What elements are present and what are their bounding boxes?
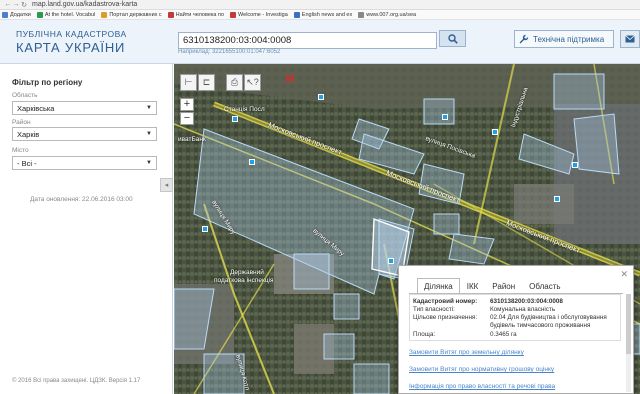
ruler-icon: ⊢ bbox=[184, 77, 193, 87]
site-header: ПУБЛІЧНА КАДАСТРОВА КАРТА УКРАЇНИ Наприк… bbox=[0, 20, 640, 64]
reload-icon[interactable]: ↻ bbox=[20, 1, 28, 9]
filter-title: Фільтр по регіону bbox=[12, 78, 83, 87]
collapse-sidebar-button[interactable]: ◂ bbox=[160, 178, 173, 192]
info-value: Комунальна власність bbox=[490, 306, 556, 313]
poi-icon[interactable] bbox=[388, 258, 394, 264]
copyright: © 2016 Всі права захищені. ЦДЗК. Версія … bbox=[12, 378, 141, 384]
poi-icon[interactable] bbox=[202, 226, 208, 232]
poi-icon[interactable] bbox=[492, 129, 498, 135]
bookmark-3[interactable]: Найти человека по bbox=[167, 11, 224, 18]
print-button[interactable]: ⎙ bbox=[226, 74, 243, 91]
forward-icon[interactable]: → bbox=[12, 1, 20, 8]
address-bar[interactable]: map.land.gov.ua/kadastrova-karta bbox=[32, 1, 137, 8]
bookmark-icon bbox=[36, 11, 43, 18]
search-bar: Наприклад: 3221655100:01:047:6052 bbox=[178, 30, 466, 55]
help-button[interactable]: ↖? bbox=[244, 74, 261, 91]
zoom-in-button[interactable]: + bbox=[180, 98, 194, 111]
info-value: 02.04 Для будівництва і обслуговування б… bbox=[490, 314, 607, 329]
bookmark-6[interactable]: www.007.org.ua/sea bbox=[358, 11, 416, 18]
print-icon: ⎙ bbox=[230, 77, 239, 87]
poi-icon[interactable] bbox=[318, 94, 324, 100]
order-parcel-extract-link[interactable]: Замовити Витяг про земельну ділянку bbox=[409, 349, 524, 356]
caret-down-icon: ▼ bbox=[146, 131, 152, 137]
tax-office-label-2: податкова інспекція bbox=[214, 277, 274, 284]
district-value: Харків bbox=[17, 130, 40, 139]
info-value: 0.3465 га bbox=[490, 331, 517, 338]
scrollbar-thumb[interactable] bbox=[626, 294, 631, 354]
mail-button[interactable] bbox=[620, 30, 640, 48]
chevron-left-icon: ◂ bbox=[164, 182, 169, 189]
search-hint: Наприклад: 3221655100:01:047:6052 bbox=[178, 49, 281, 55]
region-label: Область bbox=[12, 92, 38, 99]
wrench-icon bbox=[519, 34, 529, 44]
cursor-help-icon: ↖? bbox=[246, 77, 259, 87]
region-value: Харківська bbox=[17, 104, 55, 113]
bookmarks-bar: Додатки At the hotel. Vocabul Портал дер… bbox=[0, 10, 640, 20]
region-select[interactable]: Харківська ▼ bbox=[12, 101, 157, 115]
region-filter-sidebar: Фільтр по регіону Область Харківська ▼ Р… bbox=[0, 64, 173, 394]
zoom-out-button[interactable]: − bbox=[180, 112, 194, 125]
bookmark-1[interactable]: At the hotel. Vocabul bbox=[36, 11, 95, 18]
poi-icon[interactable] bbox=[232, 116, 238, 122]
ownership-info-link[interactable]: Інформація про право власності та речові… bbox=[409, 383, 555, 390]
logo-line-2: КАРТА УКРАЇНИ bbox=[16, 39, 126, 55]
cadastral-search-input[interactable] bbox=[178, 32, 437, 49]
station-label: Станція Посл bbox=[224, 106, 265, 113]
site-logo[interactable]: ПУБЛІЧНА КАДАСТРОВА КАРТА УКРАЇНИ bbox=[16, 30, 127, 54]
tech-support-button[interactable]: Технічна підтримка bbox=[514, 30, 614, 48]
tech-support-label: Технічна підтримка bbox=[533, 34, 605, 44]
info-key: Тип власності: bbox=[413, 306, 455, 313]
city-value: - Всі - bbox=[17, 159, 37, 168]
poi-icon[interactable] bbox=[572, 162, 578, 168]
info-key: Кадастровий номер: bbox=[413, 298, 478, 305]
metro-icon[interactable]: M bbox=[286, 74, 294, 85]
poi-icon[interactable] bbox=[249, 159, 255, 165]
back-icon[interactable]: ← bbox=[4, 1, 12, 8]
district-select[interactable]: Харків ▼ bbox=[12, 127, 157, 141]
city-select[interactable]: - Всі - ▼ bbox=[12, 156, 157, 170]
bookmark-icon bbox=[101, 11, 108, 18]
bookmark-icon bbox=[230, 11, 237, 18]
poi-icon[interactable] bbox=[442, 114, 448, 120]
search-button[interactable] bbox=[439, 30, 466, 47]
browser-toolbar: ← → ↻ map.land.gov.ua/kadastrova-karta bbox=[0, 0, 640, 10]
envelope-icon bbox=[625, 35, 635, 43]
city-label: Місто bbox=[12, 147, 29, 154]
caret-down-icon: ▼ bbox=[146, 160, 152, 166]
info-key: Площа: bbox=[413, 331, 436, 338]
close-icon[interactable]: ✕ bbox=[620, 269, 628, 280]
order-valuation-extract-link[interactable]: Замовити Витяг про нормативну грошову оц… bbox=[409, 366, 554, 373]
update-date: Дата оновлення: 22.06.2016 03:00 bbox=[30, 196, 133, 203]
info-value: 6310138200:03:004:0008 bbox=[490, 298, 563, 305]
bookmark-icon bbox=[293, 11, 300, 18]
info-key: Цільове призначення: bbox=[413, 314, 478, 321]
caret-down-icon: ▼ bbox=[146, 105, 152, 111]
bookmark-4[interactable]: Welcome - Investiga bbox=[230, 11, 288, 18]
logo-line-1: ПУБЛІЧНА КАДАСТРОВА bbox=[16, 29, 127, 39]
measure-distance-button[interactable]: ⊢ bbox=[180, 74, 197, 91]
tax-office-label-1: Державний bbox=[230, 269, 264, 276]
search-icon bbox=[447, 33, 458, 44]
parcel-info-table: Кадастровий номер: 6310138200:03:004:000… bbox=[409, 294, 621, 341]
measure-area-button[interactable]: ⊏ bbox=[198, 74, 215, 91]
apps-icon bbox=[2, 11, 8, 18]
bookmark-2[interactable]: Портал державних с bbox=[101, 11, 162, 18]
bank-label: иватБанк bbox=[178, 136, 206, 143]
district-label: Район bbox=[12, 119, 31, 126]
poi-icon[interactable] bbox=[554, 196, 560, 202]
parcel-info-popup: ✕ Ділянка ІКК Район Область Кадастровий … bbox=[398, 265, 634, 394]
bookmark-icon bbox=[167, 11, 174, 18]
popup-scrollbar[interactable] bbox=[626, 294, 631, 392]
bookmark-apps[interactable]: Додатки bbox=[2, 11, 31, 18]
bookmark-icon bbox=[358, 11, 365, 18]
bookmark-5[interactable]: English news and ex bbox=[293, 11, 352, 18]
area-icon: ⊏ bbox=[202, 77, 211, 87]
